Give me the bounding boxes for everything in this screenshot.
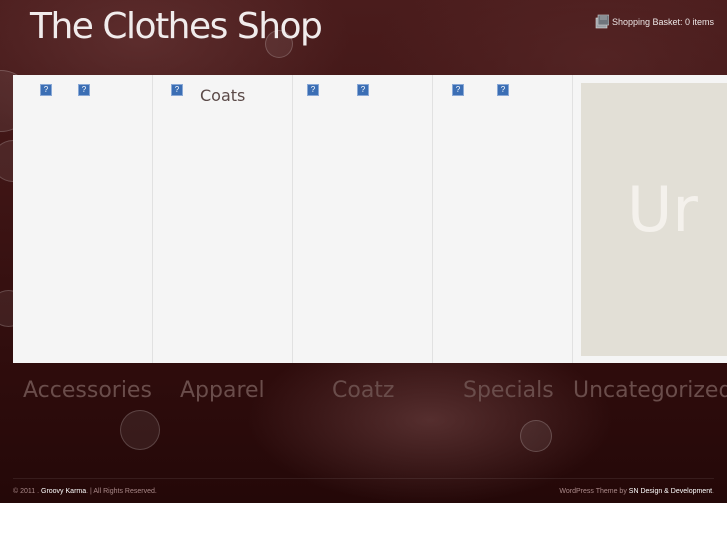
shopping-basket-link[interactable]: Shopping Basket: 0 items — [595, 14, 714, 29]
featured-category[interactable]: Ur — [573, 75, 727, 363]
copyright-prefix: © 2011 . — [13, 488, 40, 495]
category-nav: Accessories Apparel Coatz Specials Uncat… — [13, 378, 727, 406]
category-column: ? ? — [13, 75, 153, 363]
basket-label[interactable]: Shopping Basket: 0 items — [612, 17, 714, 27]
featured-category-image[interactable]: Ur — [581, 83, 727, 356]
footer-copyright: © 2011 . Groovy Karma. | All Rights Rese… — [13, 488, 157, 495]
footer-divider — [13, 478, 714, 479]
theme-credit-prefix: WordPress Theme by — [559, 488, 627, 495]
featured-category-text: Ur — [627, 173, 698, 246]
broken-image-icon[interactable]: ? — [40, 84, 52, 96]
category-column: ? ? — [433, 75, 573, 363]
bokeh-decoration — [520, 420, 552, 452]
company-link[interactable]: Groovy Karma — [41, 488, 86, 495]
category-link-specials[interactable]: Specials — [463, 378, 554, 403]
theme-credit-suffix: . — [712, 488, 714, 495]
category-column: ? Coats — [153, 75, 293, 363]
rights-text: . | All Rights Reserved. — [86, 488, 157, 495]
shopping-basket-icon — [595, 14, 609, 29]
category-column: ? ? — [293, 75, 433, 363]
bokeh-decoration — [120, 410, 160, 450]
designer-link[interactable]: SN Design & Development — [629, 488, 712, 495]
category-link-apparel[interactable]: Apparel — [180, 378, 265, 403]
broken-image-icon[interactable]: ? — [497, 84, 509, 96]
broken-image-icon[interactable]: ? — [171, 84, 183, 96]
category-link-coatz[interactable]: Coatz — [332, 378, 394, 403]
site-title[interactable]: The Clothes Shop — [30, 6, 323, 47]
page-background: The Clothes Shop Shopping Basket: 0 item… — [0, 0, 727, 503]
broken-image-icon[interactable]: ? — [307, 84, 319, 96]
broken-image-icon[interactable]: ? — [357, 84, 369, 96]
category-link-accessories[interactable]: Accessories — [23, 378, 152, 403]
category-slider-panel: ? ? ? Coats ? ? ? ? Ur — [13, 75, 727, 363]
broken-image-icon[interactable]: ? — [78, 84, 90, 96]
column-title[interactable]: Coats — [200, 86, 245, 105]
broken-image-icon[interactable]: ? — [452, 84, 464, 96]
footer-credit: WordPress Theme by SN Design & Developme… — [559, 488, 714, 495]
category-link-uncategorized[interactable]: Uncategorized — [573, 378, 727, 403]
